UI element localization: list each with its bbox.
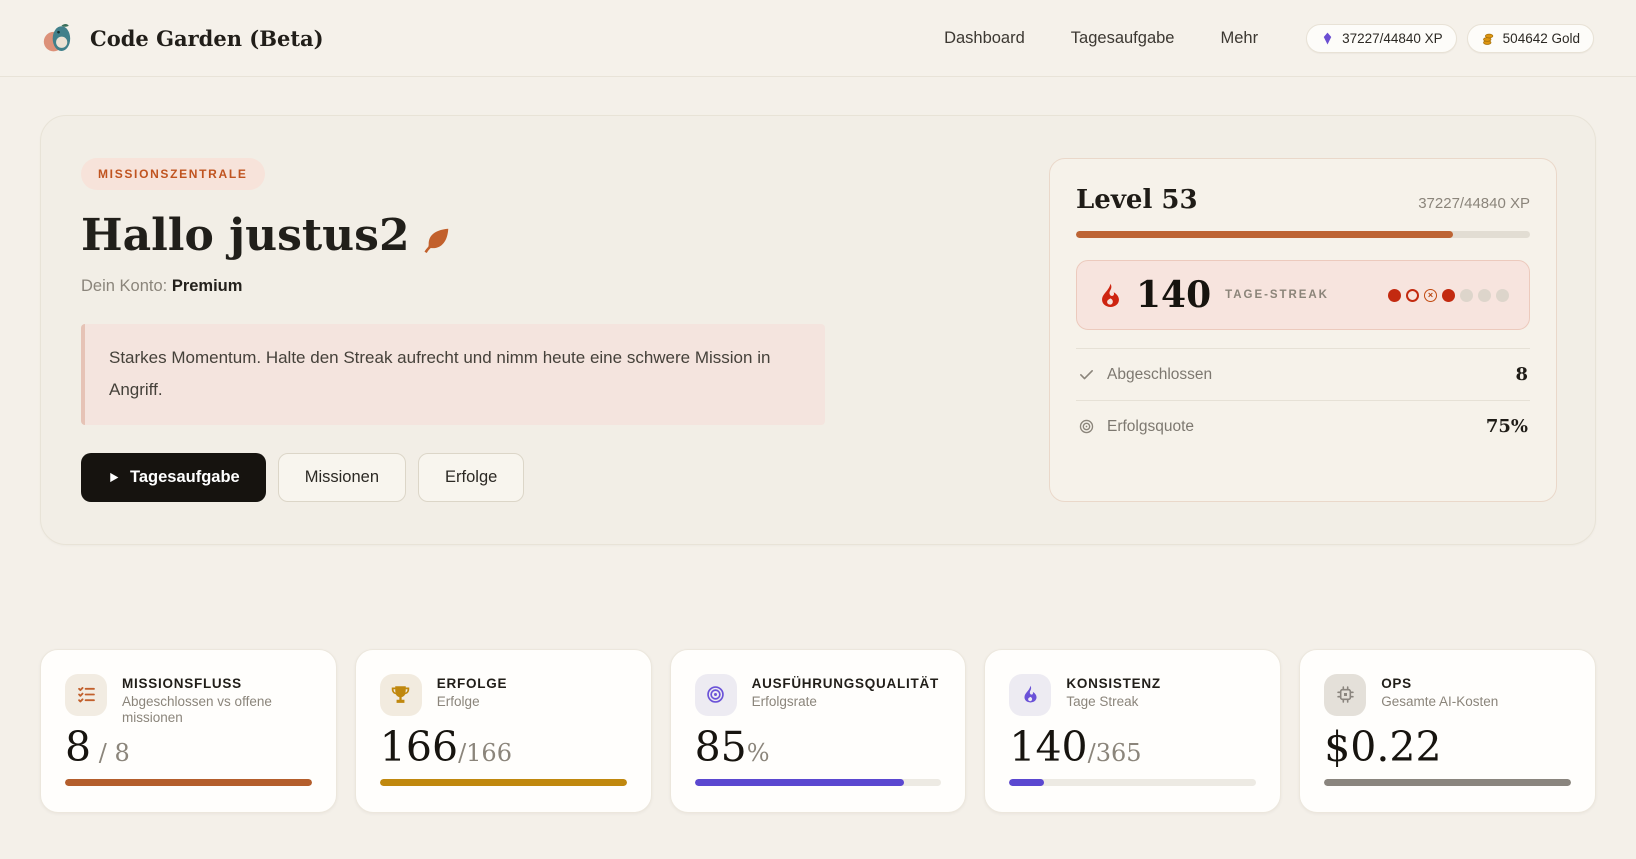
stat-progress-track <box>65 778 312 786</box>
icon-square <box>694 673 737 716</box>
nav-item-mehr[interactable]: Mehr <box>1220 29 1258 48</box>
nav-item-tagesaufgabe[interactable]: Tagesaufgabe <box>1071 29 1175 48</box>
chip-icon <box>1336 686 1354 703</box>
gold-badge[interactable]: 504642 Gold <box>1466 23 1594 53</box>
account-tier: Premium <box>171 277 243 295</box>
streak-dot-missed: × <box>1424 288 1437 302</box>
stat-title: AUSFÜHRUNGSQUALITÄT <box>751 675 939 691</box>
stat-subtitle: Gesamte AI-Kosten <box>1381 693 1499 709</box>
missionen-button[interactable]: Missionen <box>277 452 407 502</box>
stat-value: 8 / 8 <box>65 722 130 771</box>
xp-badge[interactable]: 37227/44840 XP <box>1306 23 1457 53</box>
check-icon <box>1080 370 1093 380</box>
completed-label: Abgeschlossen <box>1107 365 1213 383</box>
flame-icon <box>1102 283 1119 307</box>
stat-subtitle: Abgeschlossen vs offene missionen <box>122 693 272 726</box>
stat-card-konsistenz: KONSISTENZ Tage Streak 140/365 <box>984 648 1282 813</box>
target-icon <box>1079 419 1094 434</box>
stat-title: OPS <box>1381 675 1412 691</box>
greeting-text: Hallo justus2 <box>81 210 410 261</box>
stat-value: $0.22 <box>1324 722 1442 771</box>
currency-badges: 37227/44840 XP 504642 Gold <box>1306 23 1594 53</box>
checklist-icon <box>77 687 95 703</box>
level-progress-track <box>1076 231 1530 238</box>
level-card: Level 53 37227/44840 XP 140 TAGE-STREAK … <box>1049 158 1557 502</box>
level-progress-fill <box>1076 231 1453 238</box>
icon-square <box>379 673 422 716</box>
stat-progress-fill <box>379 778 627 786</box>
tagesaufgabe-button-label: Tagesaufgabe <box>130 467 240 486</box>
stat-card-ops: OPS Gesamte AI-Kosten $0.22 <box>1299 648 1596 813</box>
stat-progress-track <box>379 778 627 786</box>
streak-count: 140 <box>1136 274 1212 316</box>
streak-box: 140 TAGE-STREAK × <box>1076 260 1530 330</box>
completed-value: 8 <box>1515 364 1528 385</box>
icon-square <box>65 673 107 716</box>
stat-title: KONSISTENZ <box>1066 675 1161 691</box>
stat-progress-track <box>694 778 942 786</box>
stat-progress-fill <box>1324 778 1571 786</box>
streak-dot-empty <box>1478 288 1491 302</box>
stat-subtitle: Erfolge <box>436 693 480 709</box>
stat-card-missionsfluss: MISSIONSFLUSS Abgeschlossen vs offene mi… <box>40 648 337 813</box>
logo-icon <box>43 24 71 52</box>
missionszentrale-badge: MISSIONSZENTRALE <box>81 158 265 190</box>
stat-progress-track <box>1324 778 1571 786</box>
play-icon <box>110 472 119 482</box>
stat-title: ERFOLGE <box>436 675 508 691</box>
bullseye-icon <box>707 686 724 703</box>
coach-message: Starkes Momentum. Halte den Streak aufre… <box>81 324 825 425</box>
trophy-icon <box>392 686 410 703</box>
gold-badge-label: 504642 Gold <box>1502 30 1580 46</box>
erfolge-button[interactable]: Erfolge <box>418 452 525 502</box>
mission-hub-card: MISSIONSZENTRALE Hallo justus2 Dein Kont… <box>40 115 1596 545</box>
greeting-heading: Hallo justus2 <box>81 210 825 261</box>
stat-card-ausfuehrungsqualitaet: AUSFÜHRUNGSQUALITÄT Erfolgsrate 85% <box>669 648 967 813</box>
stat-progress-fill <box>65 778 312 786</box>
completed-row: Abgeschlossen 8 <box>1076 348 1530 400</box>
stat-value: 140/365 <box>1009 722 1142 771</box>
diamond-icon <box>1323 32 1332 44</box>
xp-badge-label: 37227/44840 XP <box>1342 30 1443 46</box>
hero-left: MISSIONSZENTRALE Hallo justus2 Dein Kont… <box>81 158 825 502</box>
level-header: Level 53 37227/44840 XP <box>1076 185 1530 215</box>
streak-dot-empty <box>1496 288 1509 302</box>
account-label: Dein Konto: <box>81 277 168 295</box>
success-rate-row: Erfolgsquote 75% <box>1076 400 1530 452</box>
stat-progress-fill <box>1009 778 1044 786</box>
app-logo[interactable]: Code Garden (Beta) <box>42 21 324 55</box>
success-rate-value: 75% <box>1485 416 1528 437</box>
coins-icon <box>1482 33 1493 45</box>
streak-dot-filled <box>1442 288 1455 302</box>
stat-subtitle: Tage Streak <box>1066 693 1139 709</box>
icon-square <box>1009 673 1052 716</box>
stat-subtitle: Erfolgsrate <box>751 693 817 709</box>
stat-card-erfolge: ERFOLGE Erfolge 166/166 <box>354 648 652 813</box>
stat-title: MISSIONSFLUSS <box>122 675 242 691</box>
streak-dot-outline <box>1406 288 1419 302</box>
level-xp-text: 37227/44840 XP <box>1418 195 1530 212</box>
streak-dot-empty <box>1460 288 1473 302</box>
hero-actions: Tagesaufgabe Missionen Erfolge <box>81 452 825 502</box>
streak-dot-filled <box>1388 288 1401 302</box>
stat-value: 85% <box>694 722 770 771</box>
level-title: Level 53 <box>1076 185 1198 215</box>
streak-label: TAGE-STREAK <box>1225 289 1329 301</box>
streak-flame-icon <box>1024 685 1037 703</box>
tagesaufgabe-button[interactable]: Tagesaufgabe <box>81 452 266 502</box>
stat-progress-fill <box>694 778 905 786</box>
success-rate-label: Erfolgsquote <box>1107 417 1195 435</box>
streak-dots: × <box>1388 288 1509 302</box>
icon-square <box>1324 673 1367 716</box>
nav-links: Dashboard Tagesaufgabe Mehr <box>944 29 1258 48</box>
account-line: Dein Konto: Premium <box>81 277 825 296</box>
leaf-icon <box>424 228 448 253</box>
stats-row: MISSIONSFLUSS Abgeschlossen vs offene mi… <box>40 648 1596 813</box>
stat-progress-track <box>1009 778 1257 786</box>
app-title: Code Garden (Beta) <box>90 25 324 51</box>
top-navbar: Code Garden (Beta) Dashboard Tagesaufgab… <box>0 0 1636 77</box>
stat-value: 166/166 <box>379 722 512 771</box>
nav-item-dashboard[interactable]: Dashboard <box>944 29 1025 48</box>
